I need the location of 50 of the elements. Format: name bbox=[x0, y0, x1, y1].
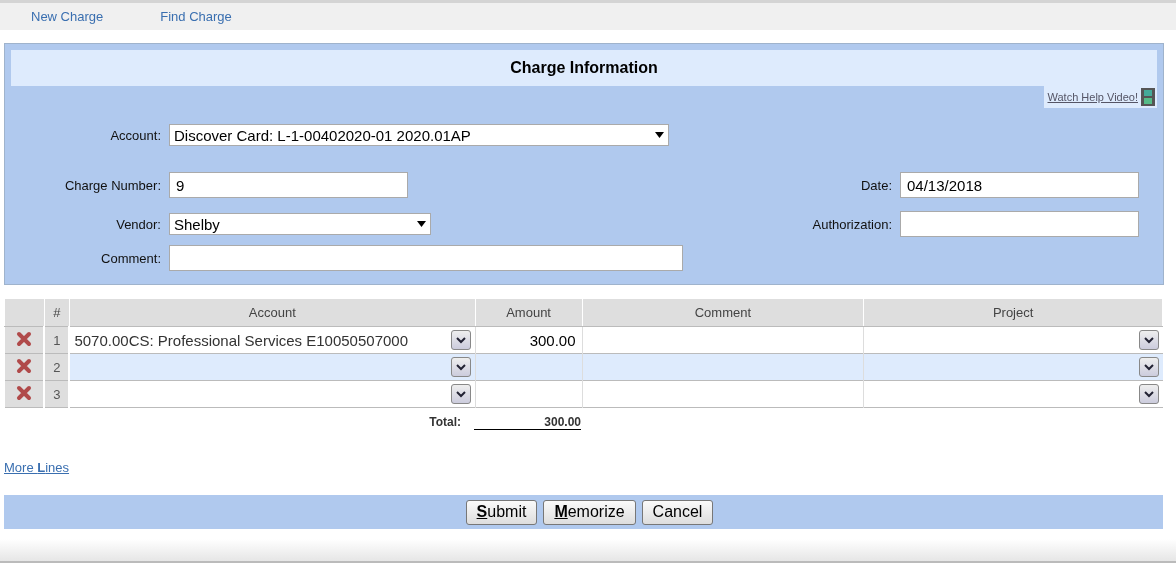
delete-icon[interactable] bbox=[16, 330, 32, 347]
dropdown-field[interactable]: Shelby bbox=[169, 213, 431, 235]
field-label: Date: bbox=[860, 177, 892, 193]
table-row[interactable]: 3 bbox=[4, 380, 1163, 408]
delete-icon[interactable] bbox=[16, 357, 32, 374]
text-field[interactable]: 9 bbox=[169, 172, 408, 198]
table-row[interactable]: 1 5070.00CS: Professional Services E10050507000 300.00 bbox=[4, 326, 1163, 354]
total-label: Total: bbox=[428, 415, 461, 430]
field-label: Charge Number: bbox=[64, 177, 161, 193]
table-cell: 300.00 bbox=[529, 331, 576, 349]
column-header: Account bbox=[69, 298, 476, 327]
action-button[interactable]: Cancel bbox=[641, 499, 714, 525]
dropdown-button[interactable] bbox=[1138, 330, 1159, 350]
action-button[interactable]: Submit bbox=[465, 499, 538, 525]
film-icon bbox=[1141, 88, 1155, 106]
delete-icon[interactable] bbox=[16, 384, 32, 401]
column-header: Project bbox=[863, 298, 1163, 327]
total-value: 300.00 bbox=[474, 415, 581, 430]
dropdown-button[interactable] bbox=[450, 357, 471, 377]
column-header: Comment bbox=[582, 298, 864, 327]
table-row[interactable]: 2 bbox=[4, 353, 1163, 381]
table-cell: 5070.00CS: Professional Services E10050507000 bbox=[74, 331, 408, 349]
chevron-down-icon bbox=[455, 363, 466, 371]
chevron-down-icon bbox=[1143, 363, 1154, 371]
chevron-down-icon bbox=[1143, 390, 1154, 398]
dropdown-field[interactable]: Discover Card: L-1-00402020-01 2020.01AP bbox=[169, 124, 669, 146]
nav-link[interactable]: Find Charge bbox=[160, 9, 232, 24]
dropdown-button[interactable] bbox=[450, 330, 471, 350]
chevron-down-icon bbox=[455, 336, 466, 344]
panel-title: Charge Information bbox=[11, 50, 1157, 86]
field-label: Account: bbox=[110, 127, 161, 143]
field-label: Vendor: bbox=[116, 216, 161, 232]
dropdown-button[interactable] bbox=[450, 384, 471, 404]
field-label: Authorization: bbox=[812, 216, 892, 232]
caret-icon bbox=[417, 221, 426, 227]
text-field[interactable] bbox=[900, 211, 1139, 237]
help-video-link[interactable]: Watch Help Video! bbox=[1043, 86, 1157, 108]
caret-icon bbox=[655, 132, 664, 138]
field-label: Comment: bbox=[101, 250, 161, 266]
text-field[interactable] bbox=[169, 245, 683, 271]
more-lines-link[interactable]: More Lines bbox=[4, 460, 70, 475]
nav-link[interactable]: New Charge bbox=[31, 9, 104, 24]
column-header: Amount bbox=[475, 298, 583, 327]
dropdown-button[interactable] bbox=[1138, 357, 1159, 377]
text-field[interactable]: 04/13/2018 bbox=[900, 172, 1139, 198]
column-header: # bbox=[44, 298, 70, 327]
chevron-down-icon bbox=[1143, 336, 1154, 344]
dropdown-button[interactable] bbox=[1138, 384, 1159, 404]
chevron-down-icon bbox=[455, 390, 466, 398]
action-button[interactable]: Memorize bbox=[543, 499, 636, 525]
